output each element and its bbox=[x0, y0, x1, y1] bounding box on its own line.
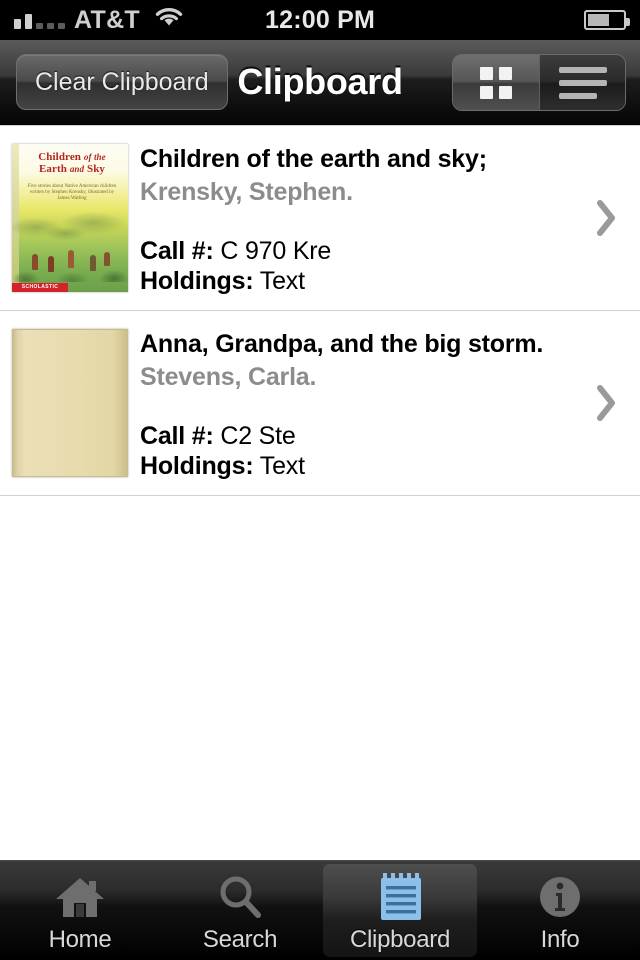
status-bar: AT&T 12:00 PM bbox=[0, 0, 640, 40]
holdings-value: Text bbox=[259, 452, 305, 480]
tab-label-search: Search bbox=[202, 925, 278, 953]
record-author: Stevens, Carla. bbox=[140, 363, 317, 391]
navigation-bar: Clear Clipboard Clipboard bbox=[0, 40, 640, 125]
holdings-label: Holdings: bbox=[140, 452, 254, 480]
record-facts: Call #: C 970 Kre Holdings: Text bbox=[140, 236, 570, 296]
table-row[interactable]: Children of the Earth and Sky Five stori… bbox=[0, 126, 640, 311]
battery-icon bbox=[584, 10, 630, 30]
call-number-value: C2 Ste bbox=[220, 422, 296, 450]
record-facts: Call #: C2 Ste Holdings: Text bbox=[140, 421, 570, 481]
list-view-button[interactable] bbox=[539, 55, 625, 110]
holdings-label: Holdings: bbox=[140, 267, 254, 295]
record-author: Krensky, Stephen. bbox=[140, 178, 353, 206]
tab-label-home: Home bbox=[48, 925, 112, 953]
holdings-row: Holdings: Text bbox=[140, 266, 570, 296]
tab-label-clipboard: Clipboard bbox=[349, 925, 451, 953]
record-details: Children of the earth and sky; Krensky, … bbox=[140, 140, 640, 296]
clipboard-list: Children of the Earth and Sky Five stori… bbox=[0, 125, 640, 496]
record-title: Anna, Grandpa, and the big storm. bbox=[140, 330, 544, 358]
clipboard-icon bbox=[373, 872, 427, 922]
tab-info[interactable]: Info bbox=[483, 864, 637, 957]
clock-label: 12:00 PM bbox=[265, 5, 375, 34]
list-view-icon bbox=[558, 66, 607, 99]
home-icon bbox=[53, 872, 107, 922]
call-number-value: C 970 Kre bbox=[220, 237, 332, 265]
holdings-value: Text bbox=[259, 267, 305, 295]
call-number-label: Call #: bbox=[140, 422, 214, 450]
grid-view-button[interactable] bbox=[453, 55, 539, 110]
call-number-row: Call #: C 970 Kre bbox=[140, 236, 570, 266]
cover-publisher-banner: SCHOLASTIC bbox=[12, 283, 68, 292]
table-row[interactable]: Anna, Grandpa, and the big storm. Steven… bbox=[0, 311, 640, 496]
chevron-right-icon[interactable] bbox=[596, 384, 618, 422]
call-number-row: Call #: C2 Ste bbox=[140, 421, 570, 451]
grid-view-icon bbox=[480, 66, 512, 99]
tab-label-info: Info bbox=[540, 925, 580, 953]
clear-clipboard-button[interactable]: Clear Clipboard bbox=[16, 54, 228, 110]
tab-bar: Home Search Clipboard Info bbox=[0, 860, 640, 960]
record-title: Children of the earth and sky; bbox=[140, 145, 487, 173]
tab-search[interactable]: Search bbox=[163, 864, 317, 957]
record-details: Anna, Grandpa, and the big storm. Steven… bbox=[140, 325, 640, 481]
info-icon bbox=[533, 872, 587, 922]
tab-home[interactable]: Home bbox=[3, 864, 157, 957]
app-screen: AT&T 12:00 PM Clear Clipboard Clipboard bbox=[0, 0, 640, 960]
book-cover-image: Children of the Earth and Sky Five stori… bbox=[12, 144, 128, 292]
cover-container: Children of the Earth and Sky Five stori… bbox=[0, 140, 140, 292]
tab-clipboard[interactable]: Clipboard bbox=[323, 864, 477, 957]
call-number-label: Call #: bbox=[140, 237, 214, 265]
view-mode-segmented-control[interactable] bbox=[452, 54, 626, 111]
book-cover-image bbox=[12, 329, 128, 477]
chevron-right-icon[interactable] bbox=[596, 199, 618, 237]
cover-title: Children of the Earth and Sky bbox=[38, 151, 106, 175]
holdings-row: Holdings: Text bbox=[140, 451, 570, 481]
cover-container bbox=[0, 325, 140, 477]
search-icon bbox=[213, 872, 267, 922]
empty-list-area bbox=[0, 496, 640, 858]
